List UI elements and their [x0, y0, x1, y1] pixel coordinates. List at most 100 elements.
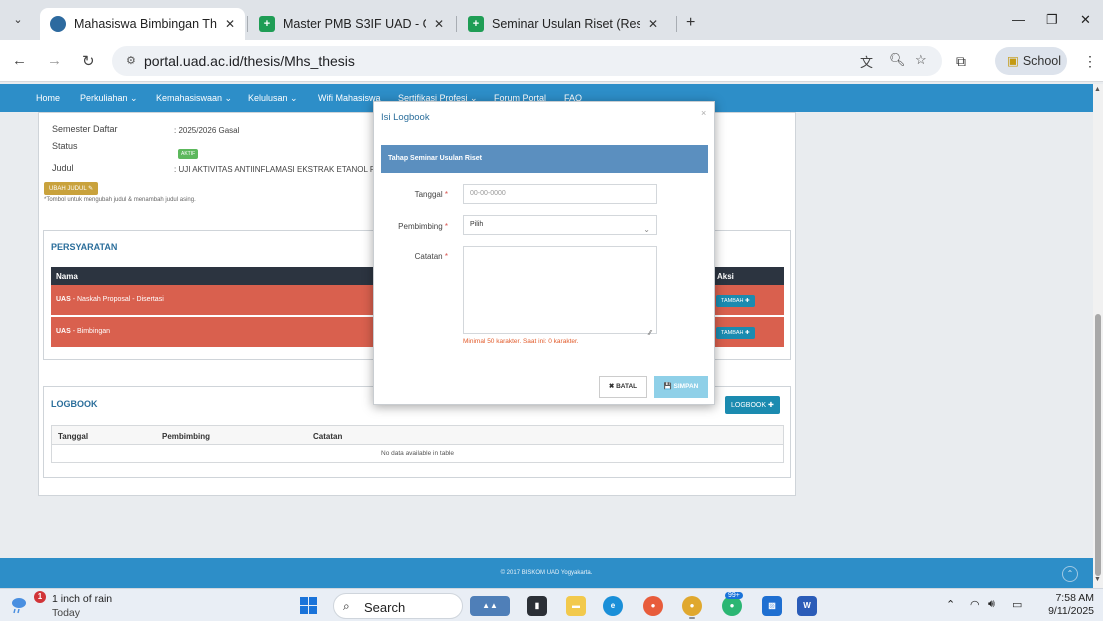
- rain-weather-icon[interactable]: [8, 594, 28, 614]
- scroll-up-icon[interactable]: ▲: [1094, 86, 1101, 93]
- school-profile-icon: ▣: [1007, 54, 1019, 68]
- chrome-profile-icon[interactable]: ●: [643, 596, 663, 616]
- logbook-title: LOGBOOK: [51, 399, 98, 409]
- tab-seminar-usulan-riset[interactable]: + Seminar Usulan Riset (Respons ✕: [458, 8, 668, 40]
- tab-mahasiswa-bimbingan[interactable]: Mahasiswa Bimbingan Thesis | T ✕: [40, 8, 245, 40]
- chrome-menu-icon[interactable]: ⋮: [1083, 53, 1097, 70]
- required-mark: *: [444, 190, 448, 199]
- weather-summary[interactable]: 1 inch of rain: [52, 593, 112, 605]
- scroll-to-top-icon[interactable]: ⌃: [1062, 566, 1078, 582]
- restore-icon[interactable]: ❐: [1046, 12, 1058, 28]
- close-tab-icon[interactable]: ✕: [434, 17, 444, 31]
- save-button[interactable]: 💾 SIMPAN: [654, 376, 708, 398]
- requirement-name: - Naskah Proposal - Disertasi: [70, 296, 164, 303]
- profile-label: School: [1022, 54, 1062, 68]
- close-tab-icon[interactable]: ✕: [648, 17, 658, 31]
- catatan-label-text: Catatan: [414, 252, 443, 261]
- required-mark: *: [444, 252, 448, 261]
- tab-title: Mahasiswa Bimbingan Thesis | T: [74, 17, 217, 31]
- zoom-icon[interactable]: 🔍︎: [889, 52, 906, 68]
- menu-kelulusan[interactable]: Kelulusan ⌄: [248, 93, 298, 104]
- pembimbing-label: Pembimbing *: [378, 222, 448, 231]
- translate-icon[interactable]: 文: [860, 52, 873, 71]
- uad-favicon-icon: [50, 16, 66, 32]
- forward-icon[interactable]: →: [47, 52, 62, 69]
- cancel-button[interactable]: ✖ BATAL: [599, 376, 647, 398]
- chrome-browser-icon[interactable]: ●: [682, 596, 702, 616]
- file-explorer-icon[interactable]: ▬: [566, 596, 586, 616]
- search-label: Search: [364, 600, 406, 615]
- add-logbook-button[interactable]: LOGBOOK ✚: [725, 396, 780, 414]
- requirement-label: UAS - Bimbingan: [56, 328, 110, 335]
- url-text: portal.uad.ac.id/thesis/Mhs_thesis: [144, 53, 355, 69]
- requirement-prefix: UAS: [56, 328, 71, 335]
- clock-time: 7:58 AM: [1055, 592, 1094, 604]
- weather-day: Today: [52, 607, 81, 619]
- reload-icon[interactable]: ↻: [82, 52, 95, 70]
- menu-home[interactable]: Home: [36, 93, 60, 103]
- ubah-judul-button[interactable]: UBAH JUDUL ✎: [44, 182, 99, 195]
- ubah-judul-hint: *Tombol untuk mengubah judul & menambah …: [44, 197, 196, 203]
- address-bar[interactable]: ⚙ portal.uad.ac.id/thesis/Mhs_thesis 文 🔍…: [112, 46, 942, 76]
- edge-browser-icon[interactable]: e: [603, 596, 623, 616]
- wifi-icon[interactable]: ◠: [970, 598, 980, 611]
- menu-kemahasiswaan[interactable]: Kemahasiswaan ⌄: [156, 93, 232, 104]
- modal-close-icon[interactable]: ×: [701, 108, 706, 118]
- character-count-hint: Minimal 50 karakter. Saat ini: 0 karakte…: [463, 338, 579, 345]
- task-view-icon[interactable]: ▮: [527, 596, 547, 616]
- stage-header: Tahap Seminar Usulan Riset: [381, 145, 708, 173]
- status-badge: AKTIF: [178, 149, 199, 159]
- volume-icon[interactable]: 🔊︎: [988, 598, 995, 611]
- requirement-name: - Bimbingan: [70, 328, 111, 335]
- logbook-table: Tanggal Pembimbing Catatan No data avail…: [51, 425, 784, 463]
- col-aksi: Aksi: [717, 272, 734, 281]
- pembimbing-select[interactable]: Pilih ⌄: [463, 215, 657, 235]
- menu-perkuliahan[interactable]: Perkuliahan ⌄: [80, 93, 138, 104]
- tambah-button[interactable]: TAMBAH ✚: [716, 295, 755, 307]
- menu-wifi-mahasiswa[interactable]: Wifi Mahasiswa: [318, 93, 381, 103]
- tanggal-label-text: Tanggal: [414, 190, 443, 199]
- back-icon[interactable]: ←: [12, 52, 27, 69]
- new-tab-icon[interactable]: +: [686, 14, 695, 32]
- tambah-button[interactable]: TAMBAH ✚: [716, 327, 755, 339]
- resize-handle-icon[interactable]: ⁄⁄: [649, 330, 651, 337]
- extensions-icon[interactable]: ⧉: [956, 53, 966, 70]
- logbook-table-header: Tanggal Pembimbing Catatan: [51, 425, 784, 445]
- close-tab-icon[interactable]: ✕: [225, 17, 235, 31]
- site-info-icon[interactable]: ⚙: [126, 54, 136, 67]
- tab-separator: [247, 16, 248, 32]
- tab-search-dropdown-icon[interactable]: ⌄: [8, 10, 28, 30]
- bookmark-star-icon[interactable]: ☆: [915, 52, 927, 68]
- windows-taskbar: 1 1 inch of rain Today ⌕ Search ▲▲ ▮ ▬ e…: [0, 588, 1103, 621]
- minimize-icon[interactable]: —: [1012, 12, 1025, 27]
- col-catatan[interactable]: Catatan: [313, 432, 342, 441]
- tanggal-input[interactable]: 00-00-0000: [463, 184, 657, 204]
- profile-button[interactable]: ▣ School: [995, 47, 1067, 75]
- word-app-icon[interactable]: W: [797, 596, 817, 616]
- chevron-down-icon: ⌄: [643, 225, 650, 234]
- active-app-indicator: [689, 617, 695, 619]
- page-scrollbar[interactable]: ▲ ▼: [1093, 84, 1103, 588]
- widgets-app-icon[interactable]: ▲▲: [470, 596, 510, 616]
- chrome-school-icon[interactable]: ●: [722, 596, 742, 616]
- scroll-down-icon[interactable]: ▼: [1094, 576, 1101, 583]
- close-window-icon[interactable]: ✕: [1080, 12, 1091, 28]
- judul-label: Judul: [52, 163, 74, 173]
- system-clock[interactable]: 7:58 AM 9/11/2025: [1042, 592, 1094, 618]
- col-tanggal[interactable]: Tanggal: [58, 432, 88, 441]
- scrollbar-thumb[interactable]: [1095, 314, 1101, 576]
- logbook-modal: Isi Logbook × Tahap Seminar Usulan Riset…: [373, 101, 715, 405]
- tab-master-pmb[interactable]: + Master PMB S3IF UAD - Google ✕: [249, 8, 454, 40]
- required-mark: *: [444, 222, 448, 231]
- photos-app-icon[interactable]: ▨: [762, 596, 782, 616]
- catatan-textarea[interactable]: [463, 246, 657, 334]
- modal-title: Isi Logbook: [381, 112, 430, 123]
- col-nama: Nama: [56, 272, 78, 281]
- taskbar-search[interactable]: ⌕ Search: [333, 593, 463, 619]
- show-hidden-icons-chevron-icon[interactable]: ⌃: [946, 598, 955, 611]
- clock-date: 9/11/2025: [1048, 605, 1094, 617]
- weather-alert-badge: 1: [34, 591, 46, 603]
- battery-icon[interactable]: ▭: [1012, 598, 1022, 611]
- col-pembimbing[interactable]: Pembimbing: [162, 432, 210, 441]
- windows-start-icon[interactable]: [300, 597, 317, 614]
